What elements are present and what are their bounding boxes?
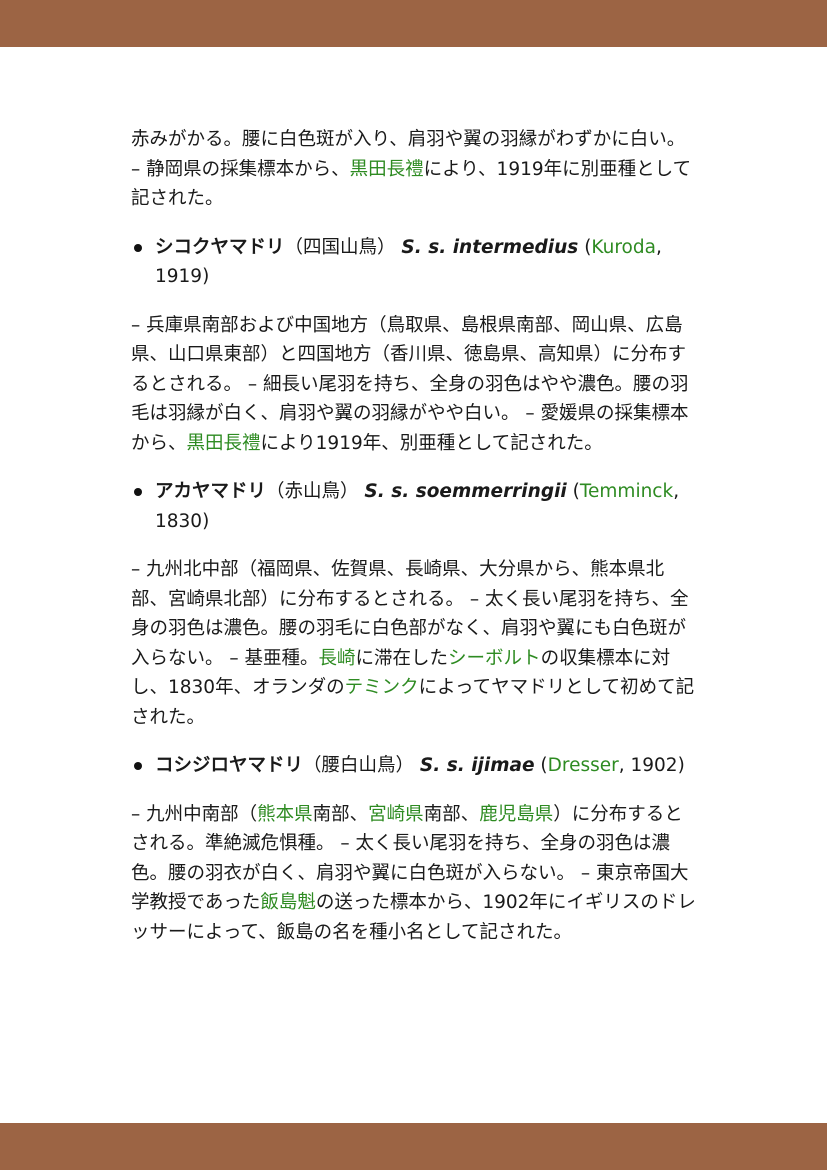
subspecies-item-aka: アカヤマドリ（赤山鳥） S. s. soemmerringii (Temminc… <box>131 477 697 536</box>
header-band <box>0 0 827 47</box>
link-kagoshima[interactable]: 鹿児島県 <box>479 804 553 825</box>
bullet-icon <box>134 243 142 252</box>
article-body: 赤みがかる。腰に白色斑が入り、肩羽や翼の羽縁がわずかに白い。 – 静岡県の採集標… <box>131 125 697 966</box>
footer-band <box>0 1123 827 1170</box>
link-author[interactable]: Dresser <box>548 755 619 776</box>
kanji-name: （腰白山鳥） <box>303 755 415 776</box>
kanji-name: （赤山鳥） <box>266 481 359 502</box>
subspecies-description: – 九州中南部（熊本県南部、宮崎県南部、鹿児島県）に分布するとされる。準絶滅危惧… <box>131 803 696 943</box>
link-siebold[interactable]: シーボルト <box>448 648 541 669</box>
link-kuroda[interactable]: 黒田長禮 <box>187 433 261 454</box>
link-kuroda[interactable]: 黒田長禮 <box>350 159 424 180</box>
common-name: シコクヤマドリ <box>155 236 285 258</box>
link-iijima[interactable]: 飯島魁 <box>260 892 316 913</box>
link-miyazaki[interactable]: 宮崎県 <box>368 804 424 825</box>
intro-paragraph: 赤みがかる。腰に白色斑が入り、肩羽や翼の羽縁がわずかに白い。 – 静岡県の採集標… <box>131 129 692 209</box>
bullet-icon <box>134 762 142 770</box>
scientific-name: S. s. ijimae <box>419 755 535 776</box>
scientific-name: S. s. soemmerringii <box>364 481 567 502</box>
common-name: コシジロヤマドリ <box>155 755 304 776</box>
common-name: アカヤマドリ <box>155 481 267 502</box>
link-kumamoto[interactable]: 熊本県 <box>257 804 313 825</box>
subspecies-description: – 九州北中部（福岡県、佐賀県、長崎県、大分県から、熊本県北部、宮崎県北部）に分… <box>131 559 695 728</box>
bullet-icon <box>134 488 142 496</box>
subspecies-description: – 兵庫県南部および中国地方（鳥取県、島根県南部、岡山県、広島県、山口県東部）と… <box>131 314 689 454</box>
kanji-name: （四国山鳥） <box>284 236 396 258</box>
subspecies-item-koshijiro: コシジロヤマドリ（腰白山鳥） S. s. ijimae (Dresser, 19… <box>131 751 697 781</box>
scientific-name: S. s. intermedius <box>401 236 579 258</box>
link-author[interactable]: Kuroda <box>591 237 656 258</box>
subspecies-item-shikoku: シコクヤマドリ（四国山鳥） S. s. intermedius (Kuroda,… <box>131 233 697 292</box>
link-author[interactable]: Temminck <box>580 481 673 502</box>
link-temminck[interactable]: テミンク <box>345 677 419 698</box>
link-nagasaki[interactable]: 長崎 <box>319 648 356 669</box>
